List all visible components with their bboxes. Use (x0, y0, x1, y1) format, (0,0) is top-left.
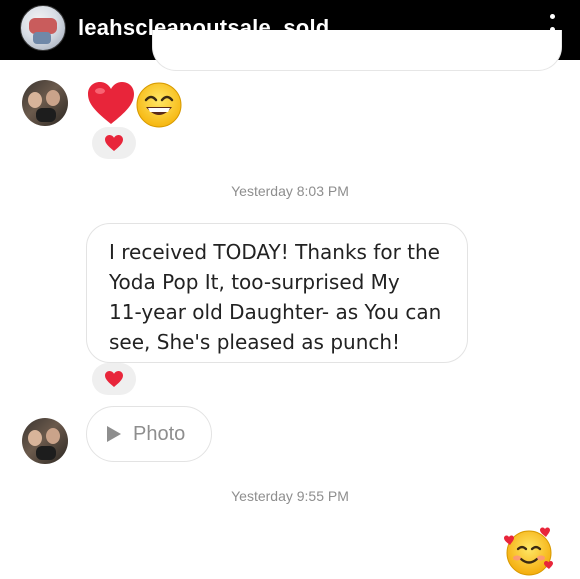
heart-icon (105, 371, 123, 387)
photo-label: Photo (133, 422, 186, 445)
message-line: I received TODAY! Thanks for the (109, 240, 440, 264)
grinning-face-emoji[interactable] (135, 81, 183, 129)
message-line: 11-year old Daughter- as You can (109, 300, 442, 324)
sender-avatar[interactable] (22, 80, 68, 126)
message-timestamp: Yesterday 9:55 PM (231, 488, 349, 504)
heart-reaction[interactable] (92, 127, 136, 159)
play-icon (107, 426, 121, 442)
message-timestamp: Yesterday 8:03 PM (231, 183, 349, 199)
text-message-bubble[interactable]: I received TODAY! Thanks for the Yoda Po… (86, 223, 468, 363)
smiling-face-with-hearts-emoji[interactable] (503, 525, 555, 577)
heart-icon (105, 135, 123, 151)
heart-reaction[interactable] (92, 363, 136, 395)
previous-message-bubble[interactable] (152, 30, 562, 71)
message-line: Yoda Pop It, too-surprised My (109, 270, 400, 294)
message-line: see, She's pleased as punch! (109, 330, 401, 354)
sender-avatar[interactable] (22, 418, 68, 464)
red-heart-emoji[interactable] (86, 80, 136, 126)
photo-message-button[interactable]: Photo (86, 406, 212, 462)
profile-avatar[interactable] (20, 5, 66, 51)
